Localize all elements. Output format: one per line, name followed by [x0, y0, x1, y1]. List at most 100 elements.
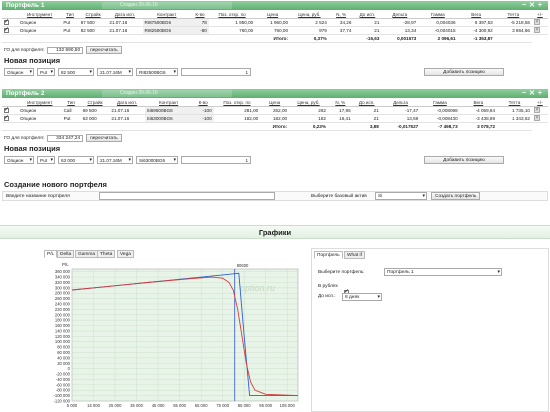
column-header[interactable]: Тетта — [494, 11, 532, 19]
column-header[interactable]: Цена, руб. — [290, 11, 329, 19]
chart-tab-gamma[interactable]: Gamma — [75, 250, 99, 258]
column-header[interactable]: Гамма — [420, 99, 460, 107]
column-header[interactable]: Контракт — [144, 99, 193, 107]
table-cell: 21.07.16 — [107, 18, 143, 27]
column-header: +/- — [531, 99, 548, 107]
column-header[interactable]: Дата исп. — [107, 11, 143, 19]
expiry-date-select[interactable]: 21.07.16M — [97, 156, 133, 164]
instrument-select[interactable]: Опцион — [4, 156, 34, 164]
column-header[interactable]: Гамма — [418, 11, 458, 19]
y-tick-label: 320 000 — [55, 280, 71, 285]
delete-icon[interactable]: × — [533, 19, 540, 25]
panel-header: Портфель 1 Создан 20.06.16 −✕+ — [2, 1, 548, 10]
y-tick-label: 140 000 — [55, 328, 71, 333]
close-icon[interactable]: ✕ — [529, 2, 538, 9]
create-portfolio-button[interactable]: Создать портфель — [431, 192, 481, 200]
plus-icon[interactable]: + — [538, 2, 545, 9]
column-header[interactable]: Цена, руб. — [289, 99, 328, 107]
x-tick-label: 65 000 — [195, 403, 208, 408]
column-header[interactable]: Страйк — [78, 11, 108, 19]
column-header[interactable]: Дельта — [381, 11, 419, 19]
table-cell: 69 500 — [80, 106, 110, 115]
expiry-select[interactable]: 8 днях — [342, 293, 382, 301]
type-select[interactable]: Put — [37, 68, 55, 76]
column-header[interactable]: К-во — [191, 11, 209, 19]
table-cell: -0,004015 — [418, 26, 458, 35]
minus-icon[interactable]: − — [522, 2, 529, 9]
column-header: +/- — [531, 11, 548, 19]
column-header[interactable]: Страйк — [80, 99, 110, 107]
delete-icon[interactable]: × — [533, 115, 540, 121]
column-header[interactable]: Тетта — [497, 99, 532, 107]
column-header[interactable]: До исп. — [353, 11, 382, 19]
column-header[interactable]: Вега — [459, 99, 498, 107]
strike-select[interactable]: 63 000 — [58, 156, 94, 164]
add-position-button[interactable]: Добавить позицию — [424, 68, 504, 76]
minus-icon[interactable]: − — [522, 90, 529, 97]
chart-tab-pl[interactable]: P/L — [44, 250, 58, 258]
row-select-cell — [2, 114, 18, 123]
strike-select[interactable]: 82 500 — [58, 68, 94, 76]
table-cell: 0,004036 — [418, 18, 458, 27]
table-cell: Call — [61, 106, 81, 115]
column-header[interactable]: Дельта — [380, 99, 421, 107]
contract-select[interactable]: Si63000BG6 — [136, 156, 178, 164]
table-cell: 78 — [191, 18, 209, 27]
expiry-date-select[interactable]: 21.07.16M — [97, 68, 133, 76]
contract-select[interactable]: RI82500BG6 — [136, 68, 178, 76]
portfolio-name-input[interactable] — [99, 192, 275, 200]
tab-portfolio[interactable]: Портфель — [314, 251, 343, 259]
column-header[interactable]: Тип — [61, 11, 79, 19]
add-position-button[interactable]: Добавить позицию — [424, 156, 504, 164]
table-cell: Опцион — [17, 114, 62, 123]
chart-tab-theta[interactable]: Theta — [97, 250, 116, 258]
column-header[interactable]: Цена — [255, 11, 291, 19]
row-checkbox[interactable] — [4, 106, 9, 113]
table-row: ОпционPut63 00021.07.16Si63000BG6-100182… — [2, 114, 548, 123]
row-checkbox[interactable] — [4, 26, 9, 33]
plus-icon[interactable]: + — [538, 90, 545, 97]
recalculate-button[interactable]: пересчитать — [86, 134, 122, 142]
chart-tab-delta[interactable]: Delta — [57, 250, 75, 258]
table-cell: 281,00 — [213, 106, 261, 115]
type-select[interactable]: Put — [37, 156, 55, 164]
column-header[interactable]: Поз. откр. по — [208, 11, 256, 19]
portfolio-panel-2: Портфель 2 Создан 20.06.16 −✕+ Инструмент Ти… — [2, 89, 548, 174]
margin-value: 334 247,24 — [47, 135, 84, 142]
panel-title: Портфель 2 — [6, 90, 45, 97]
chart-tab-vega[interactable]: Vega — [117, 250, 134, 258]
column-header[interactable]: До исп. — [352, 99, 381, 107]
tab-what-if[interactable]: What if — [344, 251, 365, 259]
close-icon[interactable]: ✕ — [529, 90, 538, 97]
portfolio-select[interactable]: Портфель 1 — [384, 268, 502, 276]
quantity-input[interactable]: 1 — [181, 156, 251, 164]
y-tick-label: 100 000 — [55, 339, 71, 344]
column-header[interactable]: N, % — [328, 11, 354, 19]
row-checkbox[interactable] — [4, 18, 9, 25]
column-header[interactable]: Дата исп. — [109, 99, 145, 107]
row-checkbox[interactable] — [4, 114, 9, 121]
column-header[interactable]: N, % — [327, 99, 353, 107]
delete-icon[interactable]: × — [533, 27, 540, 33]
column-header[interactable]: Цена — [260, 99, 290, 107]
base-asset-select[interactable]: Si — [375, 192, 427, 200]
column-header[interactable]: Тип — [61, 99, 81, 107]
column-header[interactable]: Инструмент — [17, 99, 62, 107]
empty-cell — [192, 122, 214, 131]
y-tick-label: 40 000 — [57, 355, 70, 360]
column-header[interactable]: Вега — [457, 11, 495, 19]
column-header[interactable]: К-во — [192, 99, 214, 107]
delete-icon[interactable]: × — [533, 107, 540, 113]
settings-panel: Портфель What if Выберите портфель: Портф… — [311, 248, 549, 412]
instrument-select[interactable]: Опцион — [4, 68, 34, 76]
quantity-input[interactable]: 1 — [181, 68, 251, 76]
portfolio-panel-1: Портфель 1 Создан 20.06.16 −✕+ Инструмент Ти… — [2, 1, 548, 86]
table-cell: 87 500 — [78, 18, 108, 27]
created-date: Создан 20.06.16 — [102, 90, 232, 97]
y-tick-label: -40 000 — [56, 377, 71, 382]
table-cell: Si69500BG6 — [144, 106, 193, 115]
column-header[interactable]: Поз. откр. по — [213, 99, 261, 107]
column-header[interactable]: Инструмент — [17, 11, 62, 19]
recalculate-button[interactable]: пересчитать — [86, 46, 122, 54]
column-header[interactable]: Контракт — [142, 11, 192, 19]
